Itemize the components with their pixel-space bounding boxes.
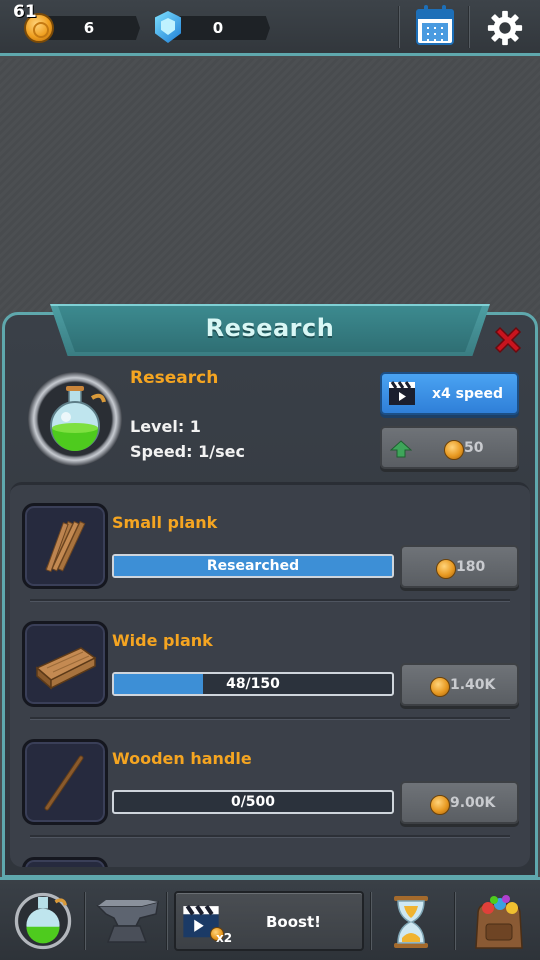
nav-divider xyxy=(84,892,86,950)
progress-text: 0/500 xyxy=(230,794,276,810)
wide-plank-icon xyxy=(35,647,97,690)
clapperboard-icon xyxy=(389,381,415,405)
research-progress-bar: 0/500 xyxy=(112,790,394,814)
item-name: Wide plank xyxy=(112,631,213,650)
item-icon-frame xyxy=(22,857,108,867)
research-speed: Speed: 1/sec xyxy=(130,442,245,461)
progress-text: 48/150 xyxy=(226,676,280,692)
research-cost: 1.40K xyxy=(450,677,496,693)
game-background xyxy=(0,59,540,319)
research-progress-bar: Researched xyxy=(112,554,394,578)
backpack-icon[interactable] xyxy=(470,894,528,952)
item-icon-frame xyxy=(22,503,108,589)
boost-label: Boost! xyxy=(266,913,321,931)
fps-counter: 61 xyxy=(13,2,37,22)
hourglass-icon[interactable] xyxy=(392,894,430,950)
research-progress-bar: 48/150 xyxy=(112,672,394,696)
list-item: Wide plank 48/150 1.40K xyxy=(10,613,530,731)
research-buy-button[interactable]: 180 xyxy=(400,545,519,588)
potion-icon[interactable] xyxy=(14,892,72,950)
research-buy-button[interactable]: 1.40K xyxy=(400,663,519,706)
upgrade-cost: 50 xyxy=(464,440,484,456)
list-item: Small plank Researched 180 xyxy=(10,495,530,613)
nav-divider xyxy=(454,892,456,950)
calendar-icon[interactable] xyxy=(416,5,454,45)
top-bar: 6 61 0 xyxy=(0,0,540,56)
topbar-divider xyxy=(468,6,470,48)
research-buy-button[interactable]: 9.00K xyxy=(400,781,519,824)
coin-icon xyxy=(430,677,450,697)
research-list: Small plank Researched 180 Wide plank 48… xyxy=(10,482,530,867)
topbar-divider xyxy=(398,6,400,48)
item-icon-frame xyxy=(22,621,108,707)
boost-button[interactable]: x2 Boost! xyxy=(174,891,364,951)
potion-icon xyxy=(50,386,106,451)
wooden-handle-icon xyxy=(44,755,84,811)
item-name: Small plank xyxy=(112,513,218,532)
upgrade-research-button[interactable]: 50 xyxy=(380,426,519,469)
anvil-icon[interactable] xyxy=(96,896,160,946)
row-divider xyxy=(30,835,510,838)
row-divider xyxy=(30,717,510,720)
boost-multiplier: x2 xyxy=(216,931,233,945)
nav-divider xyxy=(166,892,168,950)
x4-speed-button[interactable]: x4 speed xyxy=(380,372,519,415)
coin-icon xyxy=(444,440,464,460)
list-item: Wooden handle 0/500 9.00K xyxy=(10,731,530,849)
item-icon-frame xyxy=(22,739,108,825)
item-name: Wooden handle xyxy=(112,749,252,768)
small-plank-icon xyxy=(45,520,86,573)
gem-count: 0 xyxy=(212,19,224,37)
research-cost: 180 xyxy=(456,559,486,575)
coin-icon xyxy=(430,795,450,815)
x4-speed-label: x4 speed xyxy=(432,386,504,402)
progress-text: Researched xyxy=(206,558,300,574)
gear-icon[interactable] xyxy=(486,9,524,47)
gem-counter: 0 xyxy=(166,16,270,40)
research-level: Level: 1 xyxy=(130,417,201,436)
arrow-up-icon xyxy=(390,440,412,458)
research-cost: 9.00K xyxy=(450,795,496,811)
close-icon[interactable] xyxy=(492,324,524,356)
row-divider xyxy=(30,599,510,602)
research-name: Research xyxy=(130,368,219,388)
coin-icon xyxy=(436,559,456,579)
panel-title: Research xyxy=(205,314,335,342)
nav-divider xyxy=(370,892,372,950)
